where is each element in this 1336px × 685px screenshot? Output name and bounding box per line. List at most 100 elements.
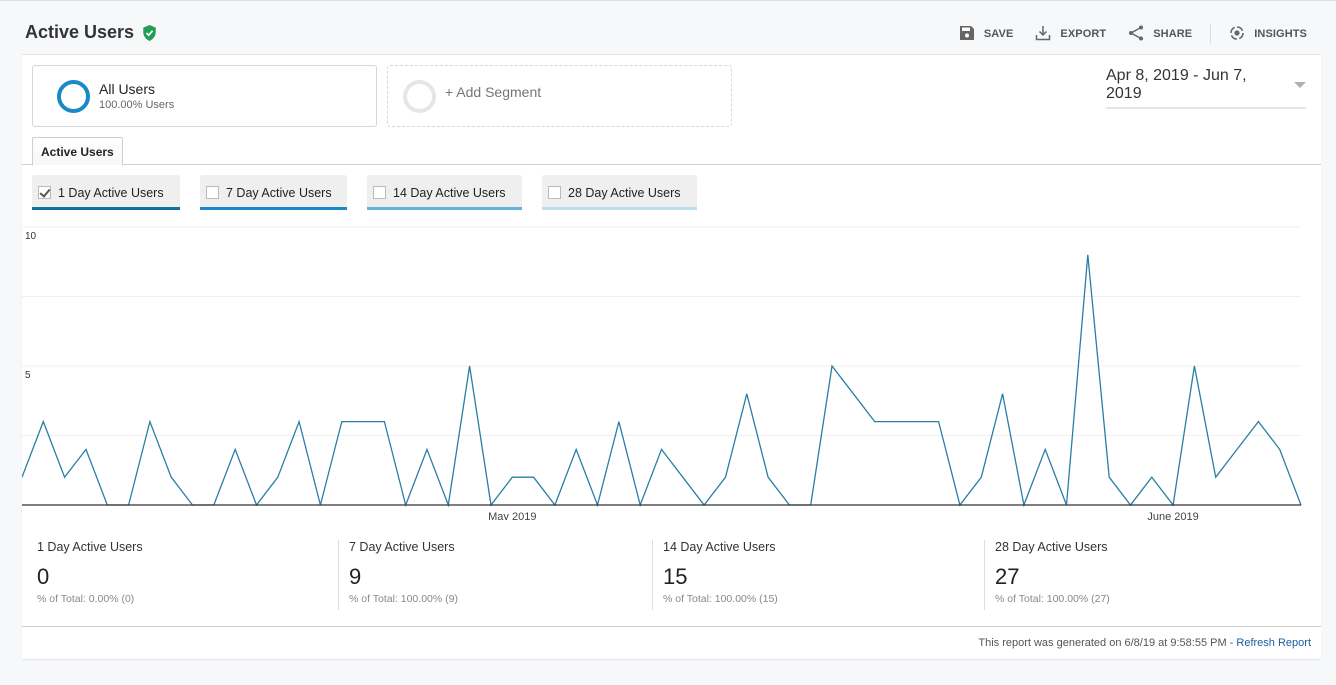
scorecard-value: 0: [37, 564, 50, 589]
data-point: [511, 476, 514, 479]
data-point: [276, 476, 279, 479]
data-point: [745, 392, 748, 395]
share-button[interactable]: SHARE: [1128, 25, 1192, 44]
save-button[interactable]: SAVE: [959, 25, 1014, 44]
tab-label: Active Users: [41, 144, 114, 159]
data-point: [426, 448, 429, 451]
data-point: [170, 476, 173, 479]
data-point: [1086, 253, 1089, 256]
metric-label: 14 Day Active Users: [393, 185, 506, 200]
metric-checkbox-1-day[interactable]: [38, 186, 51, 199]
metric-color-bar: [200, 207, 347, 210]
metric-toggle-28-day[interactable]: 28 Day Active Users: [542, 175, 697, 210]
empty-segment-ring-icon: [403, 79, 436, 113]
add-segment-label: + Add Segment: [445, 84, 542, 100]
data-point: [894, 420, 897, 423]
scorecard-divider: [984, 540, 985, 610]
save-icon: [959, 25, 975, 44]
data-point: [660, 448, 663, 451]
report-header: Active Users SAVE EXPORT SHARE INSIGHTS: [0, 1, 1336, 53]
x-tick-label: June 2019: [1147, 511, 1198, 520]
scorecard-divider: [338, 540, 339, 610]
insights-button[interactable]: INSIGHTS: [1229, 25, 1307, 44]
scorecard-14-day: 14 Day Active Users 15 % of Total: 100.0…: [663, 540, 778, 610]
scorecards: 1 Day Active Users 0 % of Total: 0.00% (…: [22, 535, 1321, 615]
scorecard-label: 28 Day Active Users: [995, 540, 1108, 554]
data-point: [362, 420, 365, 423]
data-point: [1214, 476, 1217, 479]
data-point: [980, 476, 983, 479]
data-point: [767, 476, 770, 479]
chevron-down-icon: [1294, 82, 1306, 88]
data-point: [22, 476, 24, 479]
segment-all-users[interactable]: All Users 100.00% Users: [32, 65, 377, 127]
share-label: SHARE: [1153, 28, 1193, 40]
insights-label: INSIGHTS: [1254, 28, 1307, 40]
share-icon: [1128, 25, 1144, 44]
scorecard-value: 9: [349, 564, 362, 589]
data-point: [1193, 365, 1196, 368]
page-title-text: Active Users: [25, 22, 135, 42]
line-chart: 10 5 May 2019 June 2019: [22, 220, 1321, 520]
scorecard-label: 7 Day Active Users: [349, 540, 455, 554]
data-point: [937, 420, 940, 423]
scorecard-percent: % of Total: 0.00% (0): [37, 593, 135, 605]
scorecard-7-day: 7 Day Active Users 9 % of Total: 100.00%…: [349, 540, 458, 610]
metric-checkbox-14-day[interactable]: [373, 186, 386, 199]
data-point: [1044, 448, 1047, 451]
add-segment-button[interactable]: + Add Segment: [387, 65, 732, 127]
segment-percentage: 100.00% Users: [99, 99, 175, 111]
data-point: [1108, 476, 1111, 479]
metric-toggle-1-day[interactable]: 1 Day Active Users: [32, 175, 180, 210]
y-tick-label: 5: [25, 370, 31, 381]
shield-check-icon: [142, 24, 157, 41]
insights-icon: [1229, 25, 1245, 44]
metric-checkbox-7-day[interactable]: [206, 186, 219, 199]
data-point: [1236, 448, 1239, 451]
series-line-1-day-active-users: [22, 254, 1302, 508]
toolbar-divider: [1210, 24, 1212, 44]
metric-toggle-7-day[interactable]: 7 Day Active Users: [200, 175, 347, 210]
date-range-text: Apr 8, 2019 - Jun 7, 2019: [1106, 67, 1247, 102]
metric-color-bar: [542, 207, 697, 210]
tab-active-users[interactable]: Active Users: [32, 137, 123, 166]
data-point: [148, 420, 151, 423]
data-point: [724, 476, 727, 479]
scorecard-1-day: 1 Day Active Users 0 % of Total: 0.00% (…: [37, 540, 143, 610]
report-card: All Users 100.00% Users + Add Segment Ap…: [22, 54, 1321, 659]
data-point: [1278, 448, 1281, 451]
metric-color-bar: [367, 207, 522, 210]
data-point: [383, 420, 386, 423]
scorecard-value: 27: [995, 564, 1020, 589]
data-point: [852, 392, 855, 395]
footer-divider: [22, 626, 1321, 627]
scorecard-percent: % of Total: 100.00% (9): [349, 593, 458, 605]
date-range-picker[interactable]: Apr 8, 2019 - Jun 7, 2019: [1106, 67, 1306, 109]
data-point: [468, 365, 471, 368]
page-title: Active Users: [25, 22, 157, 43]
data-point: [84, 448, 87, 451]
report-footer: This report was generated on 6/8/19 at 9…: [978, 637, 1311, 649]
x-tick-label: May 2019: [488, 511, 536, 520]
data-point: [234, 448, 237, 451]
data-point: [340, 420, 343, 423]
download-icon: [1035, 25, 1051, 44]
metric-checkbox-28-day[interactable]: [548, 186, 561, 199]
save-label: SAVE: [983, 28, 1014, 40]
export-button[interactable]: EXPORT: [1035, 25, 1106, 44]
data-point: [681, 476, 684, 479]
scorecard-label: 14 Day Active Users: [663, 540, 776, 554]
scorecard-value: 15: [663, 564, 688, 589]
chart-svg: 10 5 May 2019 June 2019: [22, 226, 1302, 520]
data-point: [42, 420, 45, 423]
metric-toggle-14-day[interactable]: 14 Day Active Users: [367, 175, 522, 210]
report-tabs: Active Users: [22, 137, 1321, 166]
segment-ring-icon: [57, 79, 90, 113]
data-point: [63, 476, 66, 479]
metric-label: 1 Day Active Users: [58, 185, 164, 200]
refresh-report-link[interactable]: Refresh Report: [1236, 637, 1311, 649]
data-point: [532, 476, 535, 479]
metric-label: 28 Day Active Users: [568, 185, 681, 200]
data-point: [873, 420, 876, 423]
report-toolbar: SAVE EXPORT SHARE INSIGHTS: [937, 24, 1307, 44]
